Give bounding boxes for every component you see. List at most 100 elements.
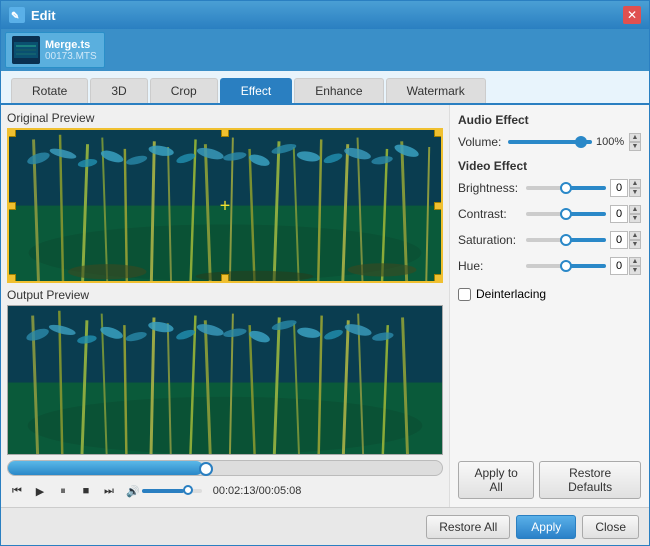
timeline-progress	[8, 461, 203, 475]
hue-slider-container	[526, 258, 606, 274]
volume-spin-up[interactable]: ▲	[629, 133, 641, 142]
restore-defaults-button[interactable]: Restore Defaults	[539, 461, 641, 499]
skip-back-button[interactable]: ⏮	[7, 481, 27, 501]
contrast-label: Contrast:	[458, 207, 526, 221]
volume-slider-thumb[interactable]	[183, 485, 193, 495]
pause-button[interactable]: ⏸	[53, 481, 73, 501]
volume-value: 100%	[596, 136, 628, 148]
volume-row: Volume: 100% ▲ ▼	[458, 133, 641, 151]
tab-3d[interactable]: 3D	[90, 78, 147, 103]
volume-label: Volume:	[458, 135, 508, 149]
tab-rotate[interactable]: Rotate	[11, 78, 88, 103]
hue-spin-down[interactable]: ▼	[629, 266, 641, 275]
brightness-slider[interactable]	[526, 186, 606, 190]
contrast-spin-down[interactable]: ▼	[629, 214, 641, 223]
window-title: Edit	[31, 8, 623, 23]
restore-all-button[interactable]: Restore All	[426, 515, 510, 539]
saturation-row: Saturation: 0 ▲ ▼	[458, 231, 641, 249]
saturation-value: 0	[610, 231, 628, 249]
svg-text:✎: ✎	[11, 11, 19, 22]
video-effect-title: Video Effect	[458, 159, 641, 173]
crop-handle-ml[interactable]	[8, 202, 16, 210]
left-panel: Original Preview	[1, 105, 449, 507]
contrast-row: Contrast: 0 ▲ ▼	[458, 205, 641, 223]
saturation-slider[interactable]	[526, 238, 606, 242]
crop-handle-tr[interactable]	[434, 129, 442, 137]
brightness-label: Brightness:	[458, 181, 526, 195]
crop-handle-tm[interactable]	[221, 129, 229, 137]
bottom-bar: Restore All Apply Close	[1, 507, 649, 545]
brightness-slider-container	[526, 180, 606, 196]
saturation-slider-container	[526, 232, 606, 248]
volume-spinners: ▲ ▼	[629, 133, 641, 151]
close-window-button[interactable]: ✕	[623, 6, 641, 24]
hue-spinners: ▲ ▼	[629, 257, 641, 275]
hue-row: Hue: 0 ▲ ▼	[458, 257, 641, 275]
main-content: Original Preview	[1, 105, 649, 507]
crop-handle-bl[interactable]	[8, 274, 16, 282]
original-preview-label: Original Preview	[7, 111, 443, 125]
edit-window: ✎ Edit ✕ Merge.ts 00173.MTS R	[0, 0, 650, 546]
file-name-primary: Merge.ts	[45, 39, 97, 51]
brightness-row: Brightness: 0 ▲ ▼	[458, 179, 641, 197]
crop-handle-br[interactable]	[434, 274, 442, 282]
original-preview-video: +	[7, 128, 443, 283]
saturation-spinners: ▲ ▼	[629, 231, 641, 249]
right-panel: Audio Effect Volume: 100% ▲ ▼ Video Effe…	[449, 105, 649, 507]
apply-restore-section: Apply to All Restore Defaults	[458, 461, 641, 499]
play-button[interactable]: ▶	[30, 481, 50, 501]
saturation-spin-up[interactable]: ▲	[629, 231, 641, 240]
crop-handle-mr[interactable]	[434, 202, 442, 210]
stop-button[interactable]: ■	[76, 481, 96, 501]
timeline-bar[interactable]	[7, 460, 443, 476]
timeline-thumb[interactable]	[199, 462, 213, 476]
contrast-slider-container	[526, 206, 606, 222]
tab-effect[interactable]: Effect	[220, 78, 292, 103]
hue-spin-up[interactable]: ▲	[629, 257, 641, 266]
output-preview-label: Output Preview	[7, 288, 443, 302]
contrast-slider[interactable]	[526, 212, 606, 216]
hue-label: Hue:	[458, 259, 526, 273]
apply-to-all-button[interactable]: Apply to All	[458, 461, 534, 499]
contrast-value: 0	[610, 205, 628, 223]
contrast-spin-up[interactable]: ▲	[629, 205, 641, 214]
crop-handle-tl[interactable]	[8, 129, 16, 137]
title-bar: ✎ Edit ✕	[1, 1, 649, 29]
brightness-spin-down[interactable]: ▼	[629, 188, 641, 197]
skip-forward-button[interactable]: ⏭	[99, 481, 119, 501]
time-display: 00:02:13/00:05:08	[213, 485, 302, 497]
tab-watermark[interactable]: Watermark	[386, 78, 486, 103]
volume-spin-down[interactable]: ▼	[629, 142, 641, 151]
tabs-bar: Rotate 3D Crop Effect Enhance Watermark	[1, 71, 649, 105]
output-preview-video	[7, 305, 443, 455]
original-video-frame: +	[9, 130, 441, 281]
close-button[interactable]: Close	[582, 515, 639, 539]
window-icon: ✎	[9, 7, 25, 23]
audio-effect-title: Audio Effect	[458, 113, 641, 127]
volume-slider-thumb[interactable]	[575, 136, 587, 148]
file-bar: Merge.ts 00173.MTS	[1, 29, 649, 71]
brightness-spin-up[interactable]: ▲	[629, 179, 641, 188]
volume-slider[interactable]	[508, 140, 592, 144]
hue-value: 0	[610, 257, 628, 275]
brightness-spinners: ▲ ▼	[629, 179, 641, 197]
file-item[interactable]: Merge.ts 00173.MTS	[5, 32, 105, 68]
apply-button[interactable]: Apply	[516, 515, 576, 539]
saturation-spin-down[interactable]: ▼	[629, 240, 641, 249]
volume-icon: 🔊	[126, 485, 140, 498]
tab-crop[interactable]: Crop	[150, 78, 218, 103]
crosshair-icon: +	[220, 195, 231, 216]
deinterlacing-checkbox[interactable]	[458, 288, 471, 301]
file-name-secondary: 00173.MTS	[45, 51, 97, 62]
volume-slider-fill	[142, 489, 184, 493]
tab-enhance[interactable]: Enhance	[294, 78, 383, 103]
deinterlacing-label: Deinterlacing	[476, 287, 546, 301]
brightness-value: 0	[610, 179, 628, 197]
hue-slider[interactable]	[526, 264, 606, 268]
saturation-label: Saturation:	[458, 233, 526, 247]
crop-handle-bm[interactable]	[221, 274, 229, 282]
transport-bar: ⏮ ▶ ⏸ ■ ⏭ 🔊 00:02:13/00:05:08	[7, 481, 443, 501]
contrast-spinners: ▲ ▼	[629, 205, 641, 223]
volume-mini-slider[interactable]	[142, 489, 202, 493]
file-names: Merge.ts 00173.MTS	[45, 39, 97, 62]
